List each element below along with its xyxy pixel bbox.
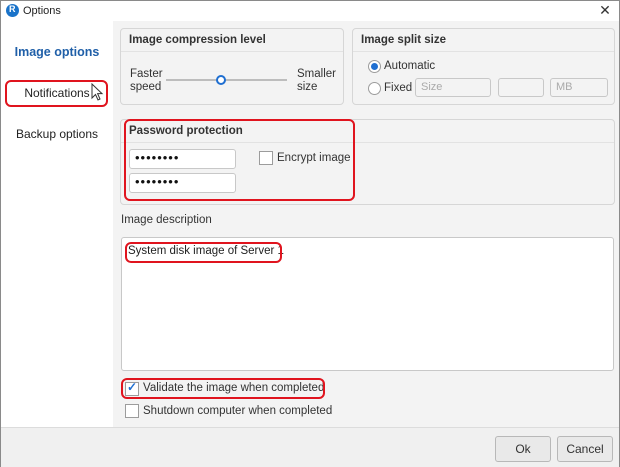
title-bar: Options ✕ bbox=[1, 1, 619, 21]
automatic-label: Automatic bbox=[384, 60, 436, 72]
options-dialog: Options ✕ Image options Notifications Ba… bbox=[0, 0, 620, 467]
size-label: size bbox=[297, 81, 318, 93]
faster-label: Faster bbox=[130, 68, 163, 80]
encrypt-image-checkbox[interactable] bbox=[259, 151, 273, 165]
split-size-title: Image split size bbox=[361, 34, 447, 46]
sidebar-item-backup-options[interactable]: Backup options bbox=[1, 127, 113, 141]
password-field[interactable]: •••••••• bbox=[129, 149, 236, 169]
description-text: System disk image of Server 1 bbox=[128, 245, 284, 257]
cancel-button[interactable]: Cancel bbox=[557, 436, 613, 462]
shutdown-label: Shutdown computer when completed bbox=[143, 405, 333, 417]
validate-checkbox[interactable] bbox=[125, 380, 139, 396]
compression-title: Image compression level bbox=[129, 34, 266, 46]
confirm-password-field[interactable]: •••••••• bbox=[129, 173, 236, 193]
mouse-cursor-icon bbox=[91, 83, 104, 101]
speed-label: speed bbox=[130, 81, 162, 93]
close-button[interactable]: ✕ bbox=[597, 2, 613, 18]
compression-slider-track[interactable] bbox=[166, 79, 287, 81]
dialog-footer: Ok Cancel bbox=[1, 427, 619, 467]
split-size-group: Image split size Automatic Fixed Size MB bbox=[352, 28, 615, 105]
split-size-extra-input[interactable] bbox=[498, 78, 544, 97]
automatic-radio[interactable] bbox=[368, 60, 381, 73]
compression-slider-thumb[interactable] bbox=[216, 75, 226, 85]
fixed-radio[interactable] bbox=[368, 82, 381, 95]
password-group: Password protection •••••••• •••••••• En… bbox=[120, 119, 615, 205]
shutdown-checkbox[interactable] bbox=[125, 404, 139, 418]
smaller-label: Smaller bbox=[297, 68, 336, 80]
sidebar: Image options Notifications Backup optio… bbox=[1, 21, 113, 427]
window-title: Options bbox=[23, 5, 61, 17]
description-textarea[interactable]: System disk image of Server 1 bbox=[121, 237, 614, 371]
split-unit-input[interactable]: MB bbox=[550, 78, 608, 97]
fixed-label: Fixed bbox=[384, 82, 413, 94]
validate-label: Validate the image when completed bbox=[143, 382, 325, 394]
compression-group: Image compression level Faster speed Sma… bbox=[120, 28, 344, 105]
split-size-input[interactable]: Size bbox=[415, 78, 491, 97]
sidebar-item-image-options[interactable]: Image options bbox=[1, 45, 113, 59]
description-label: Image description bbox=[121, 214, 212, 226]
encrypt-image-label: Encrypt image bbox=[277, 152, 351, 164]
app-logo-icon bbox=[6, 4, 19, 17]
ok-button[interactable]: Ok bbox=[495, 436, 551, 462]
main-content: Image compression level Faster speed Sma… bbox=[113, 21, 619, 427]
password-title: Password protection bbox=[129, 125, 243, 137]
